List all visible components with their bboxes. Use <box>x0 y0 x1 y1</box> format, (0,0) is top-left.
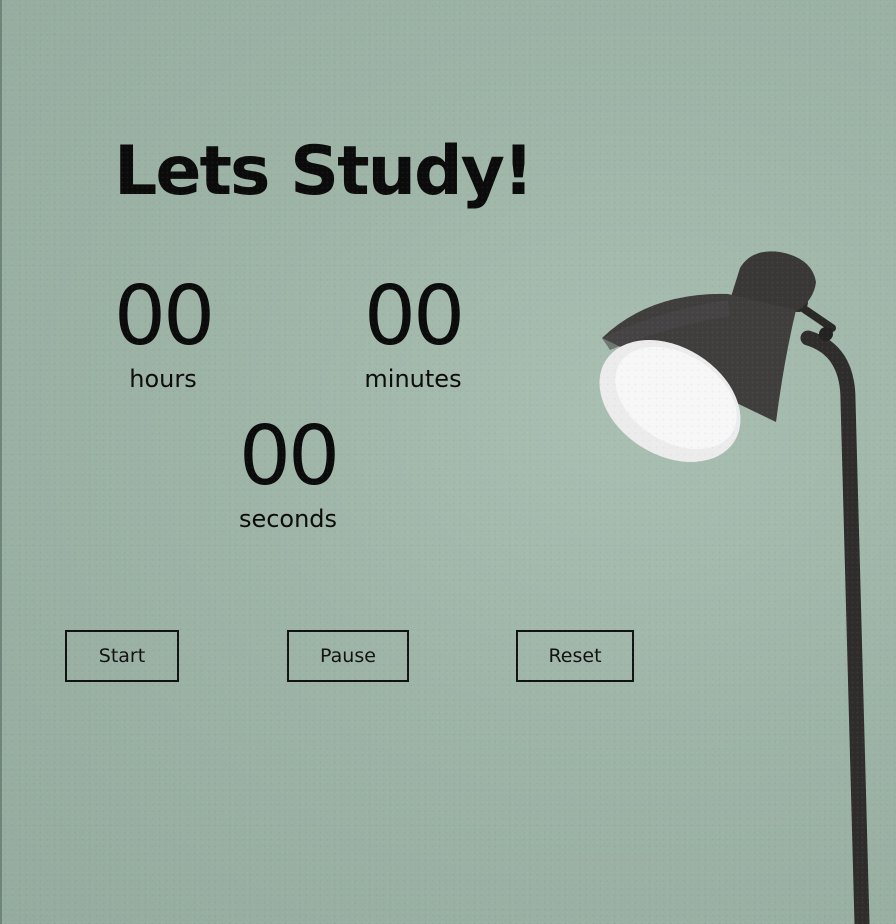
hours-value: 00 <box>113 269 215 364</box>
minutes-unit: 00 minutes <box>323 272 503 394</box>
floor-lamp-image <box>599 251 870 924</box>
pause-button[interactable]: Pause <box>287 630 409 682</box>
seconds-value: 00 <box>238 409 340 504</box>
start-button[interactable]: Start <box>65 630 179 682</box>
seconds-label: seconds <box>238 505 338 533</box>
page-title: Lets Study! <box>114 132 534 211</box>
page-edge <box>0 0 2 924</box>
hours-label: hours <box>129 365 197 393</box>
background-photo: Lets Study! 00 hours 00 minutes 00 secon… <box>0 0 896 924</box>
hours-unit: 00 hours <box>73 272 253 394</box>
minutes-label: minutes <box>364 365 462 393</box>
seconds-unit: 00 seconds <box>198 412 378 534</box>
reset-button[interactable]: Reset <box>516 630 634 682</box>
minutes-value: 00 <box>363 269 465 364</box>
